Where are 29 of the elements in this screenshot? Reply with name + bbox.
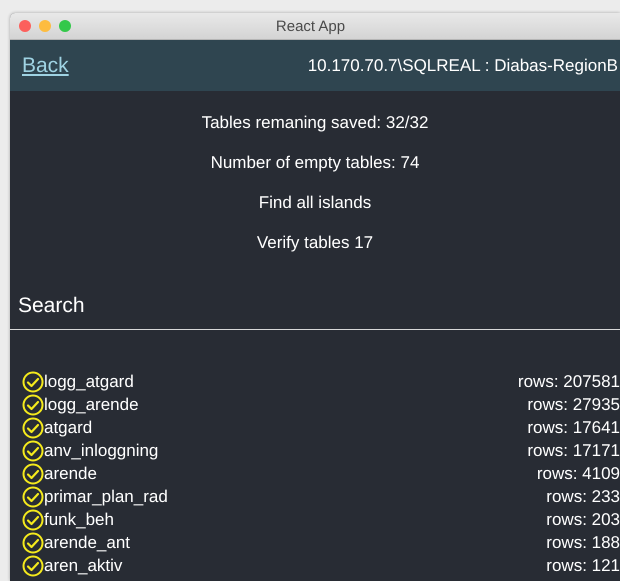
table-name: aren_aktiv <box>44 556 124 576</box>
row-count: rows: 188 <box>546 532 620 552</box>
row-count: rows: 233 <box>546 486 620 506</box>
row-count: rows: 121 <box>546 556 620 576</box>
connection-title: 10.170.70.7\SQLREAL : Diabas-RegionB <box>308 56 618 76</box>
row-count: rows: 203 <box>546 510 620 530</box>
row-count: rows: 17641 <box>527 418 620 438</box>
search-field[interactable]: Search <box>10 288 620 330</box>
table-name: funk_beh <box>44 510 115 530</box>
row-count: rows: 17171 <box>527 440 620 460</box>
summary-text: Number of empty tables: 74 <box>210 152 420 174</box>
table-name: logg_arende <box>44 394 140 414</box>
back-link[interactable]: Back <box>22 54 69 78</box>
row-count: rows: 4109 <box>536 464 620 484</box>
table-name: arende <box>44 464 98 484</box>
summary-text: Verify tables 17 <box>256 232 374 254</box>
table-name: logg_atgard <box>44 372 135 392</box>
window-title: React App <box>276 18 346 34</box>
row-count: rows: 207581 <box>518 372 620 392</box>
minimize-button[interactable] <box>39 20 51 32</box>
table-name: primar_plan_rad <box>44 486 169 506</box>
table-name: anv_inloggning <box>44 440 160 460</box>
summary-text: Tables remaning saved: 32/32 <box>202 112 428 134</box>
summary-text: Find all islands <box>258 192 372 214</box>
zoom-button[interactable] <box>59 20 71 32</box>
row-count: rows: 27935 <box>527 394 620 414</box>
table-name: atgard <box>44 418 94 438</box>
close-button[interactable] <box>19 20 31 32</box>
table-name: arende_ant <box>44 532 132 552</box>
